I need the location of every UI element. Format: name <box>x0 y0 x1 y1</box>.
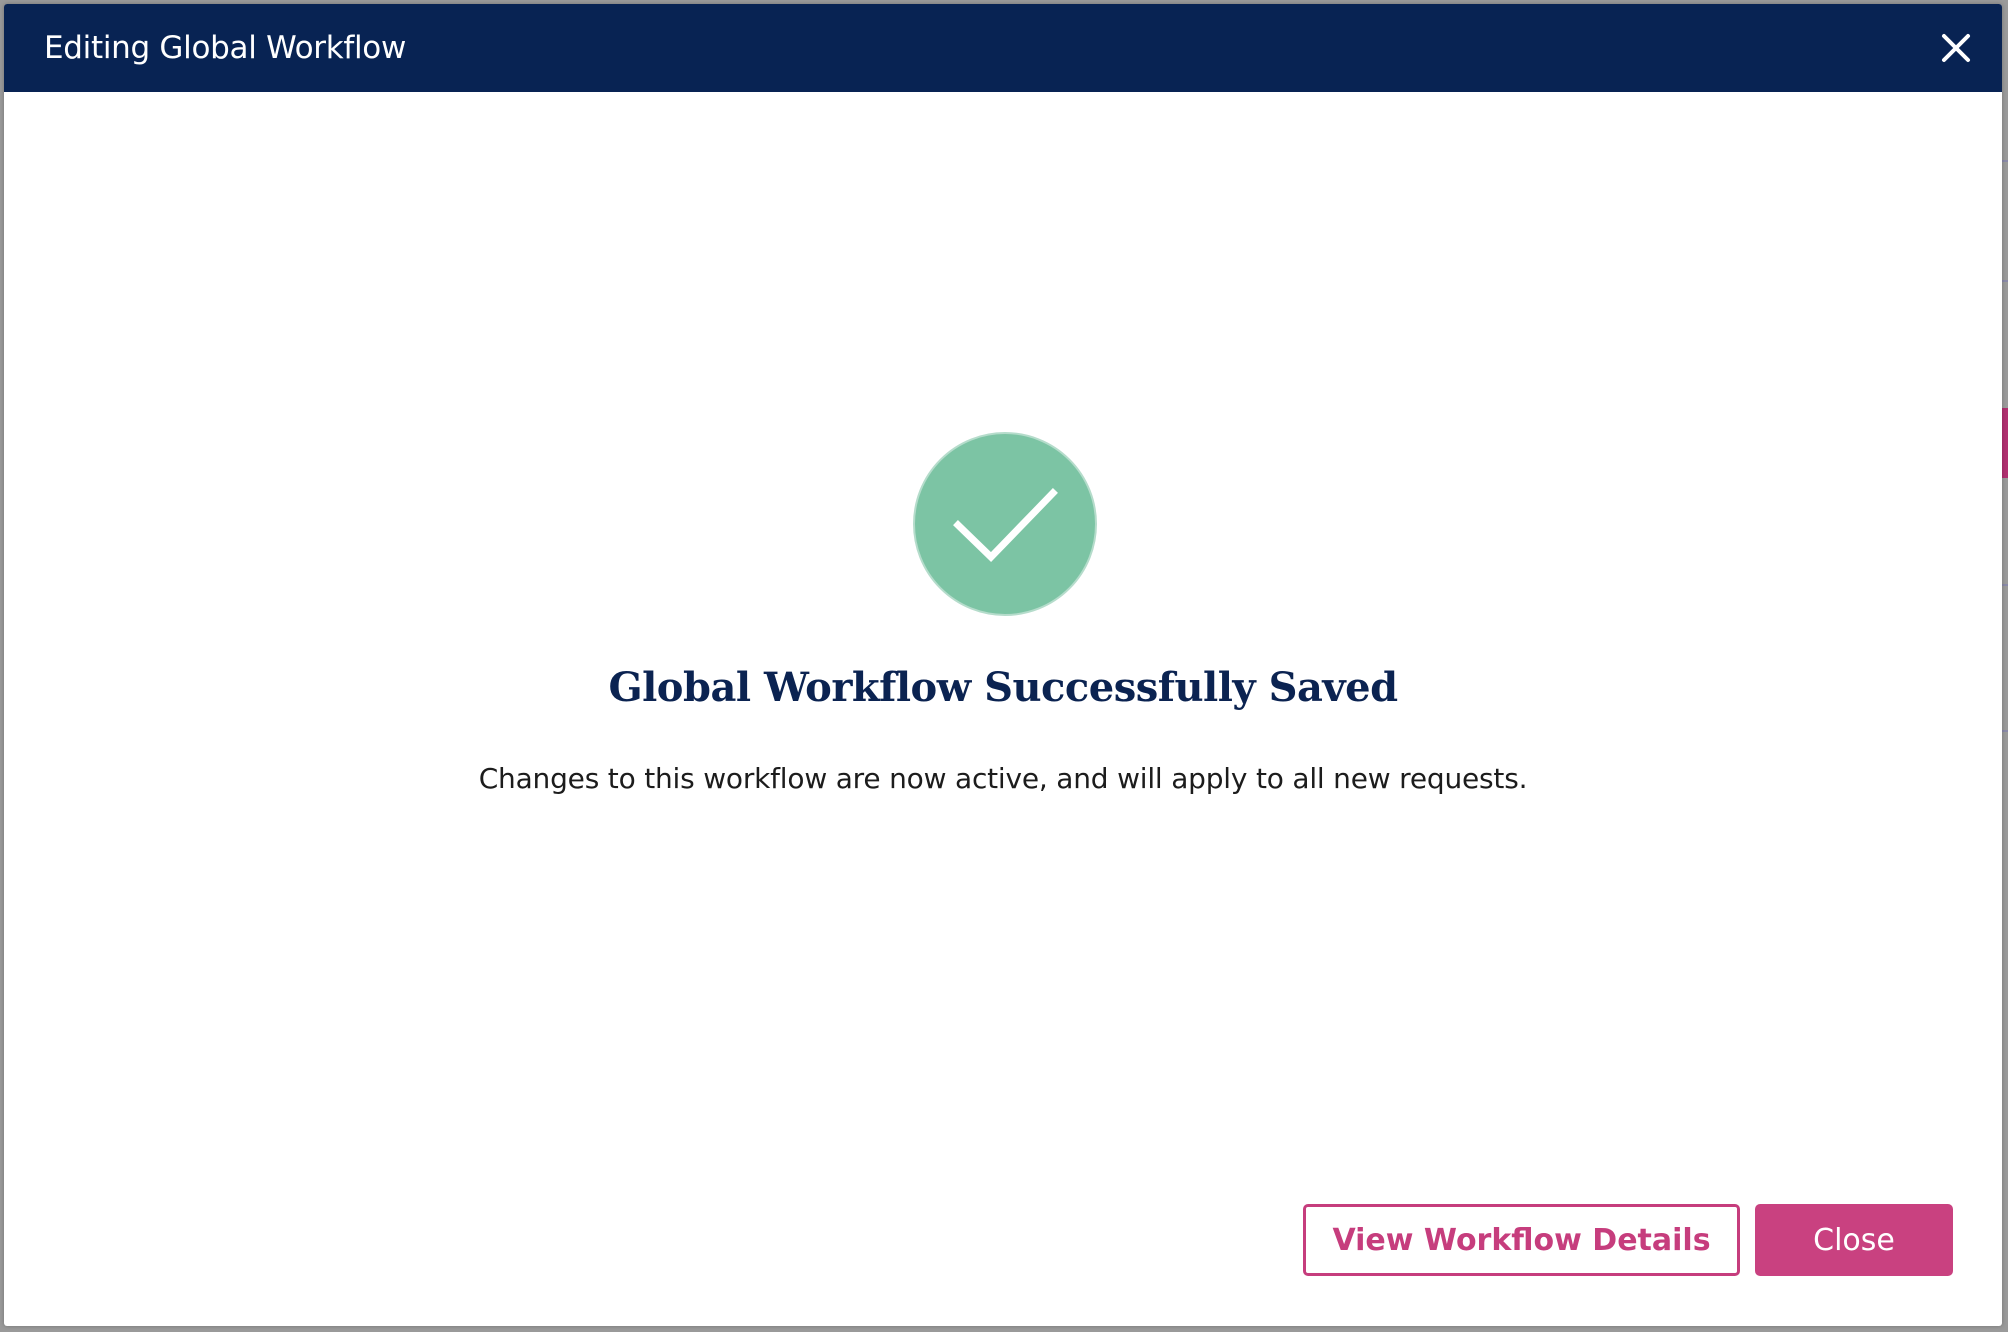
close-button[interactable]: Close <box>1755 1204 1953 1276</box>
modal-header: Editing Global Workflow <box>4 4 2002 92</box>
checkmark-icon <box>912 431 1098 617</box>
success-message: Changes to this workflow are now active,… <box>478 762 1528 795</box>
close-icon[interactable] <box>1936 28 1976 68</box>
modal-title: Editing Global Workflow <box>44 30 407 66</box>
backdrop-accent <box>2002 408 2008 478</box>
view-workflow-details-button[interactable]: View Workflow Details <box>1303 1204 1740 1276</box>
success-modal: Editing Global Workflow Global Workflow … <box>4 4 2002 1326</box>
success-heading: Global Workflow Successfully Saved <box>608 664 1398 711</box>
